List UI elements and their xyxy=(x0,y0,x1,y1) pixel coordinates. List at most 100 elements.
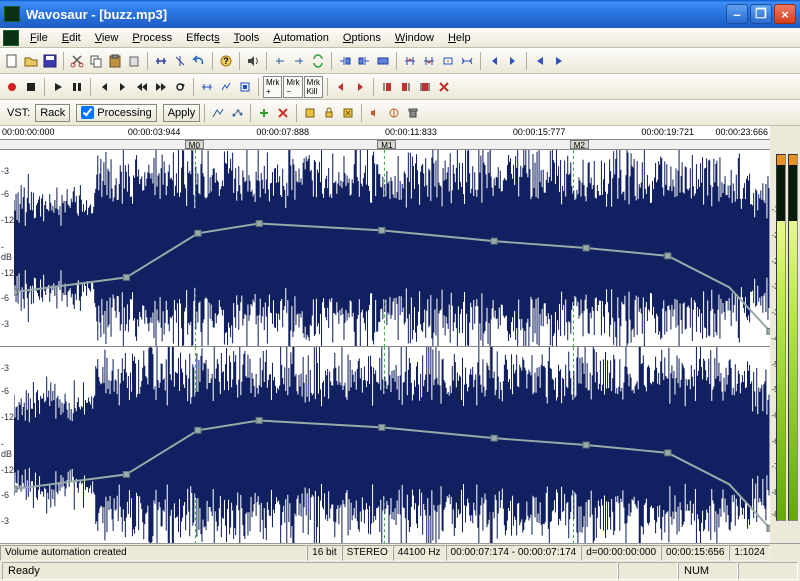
status-caps xyxy=(618,562,678,580)
env-del-icon[interactable] xyxy=(274,104,292,122)
vst-processing-button[interactable]: Processing xyxy=(76,104,156,122)
env-icon-1[interactable] xyxy=(209,104,227,122)
info-bits: 16 bit xyxy=(307,545,341,561)
env-a-icon[interactable] xyxy=(301,104,319,122)
db-scale-left: -3-6-12 -dB -12-6-3 xyxy=(0,150,14,346)
menu-edit[interactable]: Edit xyxy=(55,30,88,46)
ruler-tick: 00:00:15:777 xyxy=(513,127,566,137)
loop-del-icon[interactable] xyxy=(435,78,453,96)
minimize-button[interactable]: – xyxy=(726,4,748,24)
zoomin-icon[interactable] xyxy=(401,52,419,70)
mark-plus-icon[interactable]: Mrk+ xyxy=(263,76,282,98)
help-icon[interactable]: ? xyxy=(217,52,235,70)
menu-automation[interactable]: Automation xyxy=(266,30,336,46)
pan-env-icon[interactable] xyxy=(385,104,403,122)
marker-1[interactable]: M1 xyxy=(377,140,396,149)
close-button[interactable]: × xyxy=(774,4,796,24)
zoomsel-icon[interactable] xyxy=(439,52,457,70)
editor: 00:00:00:000 00:00:03:944 00:00:07:888 0… xyxy=(0,126,770,543)
copy-icon[interactable] xyxy=(87,52,105,70)
pause-button[interactable] xyxy=(68,78,86,96)
menu-effects[interactable]: Effects xyxy=(179,30,226,46)
proc2-icon[interactable] xyxy=(217,78,235,96)
marker-0[interactable]: M0 xyxy=(185,140,204,149)
meter-panel: -3-9-15-21 -27-33-39-45 -51-57-63-69 -75… xyxy=(770,126,800,543)
info-bar: Volume automation created 16 bit STEREO … xyxy=(0,543,800,561)
toolbar-transport: Mrk+ Mrk− MrkKill xyxy=(0,74,800,100)
skip-next-icon[interactable] xyxy=(550,52,568,70)
time-ruler[interactable]: 00:00:00:000 00:00:03:944 00:00:07:888 0… xyxy=(0,126,770,140)
marker-2[interactable]: M2 xyxy=(570,140,589,149)
record-button[interactable] xyxy=(3,78,21,96)
mark-go-l-icon[interactable] xyxy=(332,78,350,96)
menubar: File Edit View Process Effects Tools Aut… xyxy=(0,28,800,48)
status-scrl xyxy=(738,562,798,580)
menu-help[interactable]: Help xyxy=(441,30,478,46)
vst-processing-checkbox[interactable] xyxy=(81,106,94,119)
gostart-icon[interactable] xyxy=(485,52,503,70)
undo-icon[interactable] xyxy=(190,52,208,70)
zoomfull-icon[interactable] xyxy=(458,52,476,70)
ruler-tick: 00:00:19:721 xyxy=(641,127,694,137)
wave-channel-right[interactable]: -3-6-12 -dB -12-6-3 xyxy=(0,347,770,543)
lock-icon[interactable] xyxy=(320,104,338,122)
crop-icon[interactable] xyxy=(152,52,170,70)
maximize-button[interactable]: ❐ xyxy=(750,4,772,24)
menu-options[interactable]: Options xyxy=(336,30,388,46)
menu-file[interactable]: File xyxy=(23,30,55,46)
rewind-button[interactable] xyxy=(133,78,151,96)
mark-minus-icon[interactable]: Mrk− xyxy=(283,76,302,98)
skip-prev-icon[interactable] xyxy=(531,52,549,70)
marker-bar[interactable]: M0 M1 M2 xyxy=(0,140,770,150)
vst-rack-button[interactable]: Rack xyxy=(35,104,70,122)
mark-kill-icon[interactable]: MrkKill xyxy=(304,76,323,98)
env-b-icon[interactable] xyxy=(339,104,357,122)
cut-icon[interactable] xyxy=(68,52,86,70)
go-end-button[interactable] xyxy=(114,78,132,96)
info-zoom: 1:1024 xyxy=(729,545,770,561)
loop-both-icon[interactable] xyxy=(416,78,434,96)
open-icon[interactable] xyxy=(22,52,40,70)
goend-icon[interactable] xyxy=(504,52,522,70)
zoomout-icon[interactable] xyxy=(420,52,438,70)
play-button[interactable] xyxy=(49,78,67,96)
save-icon[interactable] xyxy=(41,52,59,70)
delete-icon[interactable] xyxy=(125,52,143,70)
ruler-tick: 00:00:00:000 xyxy=(2,127,55,137)
proc3-icon[interactable] xyxy=(236,78,254,96)
loop-button[interactable] xyxy=(171,78,189,96)
trash-icon[interactable] xyxy=(404,104,422,122)
toolbar-vst: VST: Rack Processing Apply xyxy=(0,100,800,126)
menu-window[interactable]: Window xyxy=(388,30,441,46)
env-icon-2[interactable] xyxy=(228,104,246,122)
mark-go-r-icon[interactable] xyxy=(351,78,369,96)
window-title: Wavosaur - [buzz.mp3] xyxy=(26,7,167,22)
zoom-icon-2[interactable] xyxy=(290,52,308,70)
forward-button[interactable] xyxy=(152,78,170,96)
env-add-icon[interactable] xyxy=(255,104,273,122)
vst-apply-button[interactable]: Apply xyxy=(163,104,201,122)
stop-button[interactable] xyxy=(22,78,40,96)
loop-l-icon[interactable] xyxy=(378,78,396,96)
zoom-icon-1[interactable] xyxy=(271,52,289,70)
menu-tools[interactable]: Tools xyxy=(227,30,267,46)
sel-l-icon[interactable] xyxy=(336,52,354,70)
trim-icon[interactable] xyxy=(171,52,189,70)
vol-env-icon[interactable] xyxy=(366,104,384,122)
status-num: NUM xyxy=(678,562,738,580)
sel-all-icon[interactable] xyxy=(374,52,392,70)
proc1-icon[interactable] xyxy=(198,78,216,96)
new-icon[interactable] xyxy=(3,52,21,70)
paste-icon[interactable] xyxy=(106,52,124,70)
sel-r-icon[interactable] xyxy=(355,52,373,70)
menu-view[interactable]: View xyxy=(88,30,126,46)
wave-channel-left[interactable]: -3-6-12 -dB -12-6-3 xyxy=(0,150,770,347)
mdi-icon[interactable] xyxy=(3,30,19,46)
loop-r-icon[interactable] xyxy=(397,78,415,96)
info-message: Volume automation created xyxy=(0,545,307,561)
volume-icon[interactable] xyxy=(244,52,262,70)
sync-icon[interactable] xyxy=(309,52,327,70)
menu-process[interactable]: Process xyxy=(125,30,179,46)
ruler-tick: 00:00:07:888 xyxy=(256,127,309,137)
go-begin-button[interactable] xyxy=(95,78,113,96)
